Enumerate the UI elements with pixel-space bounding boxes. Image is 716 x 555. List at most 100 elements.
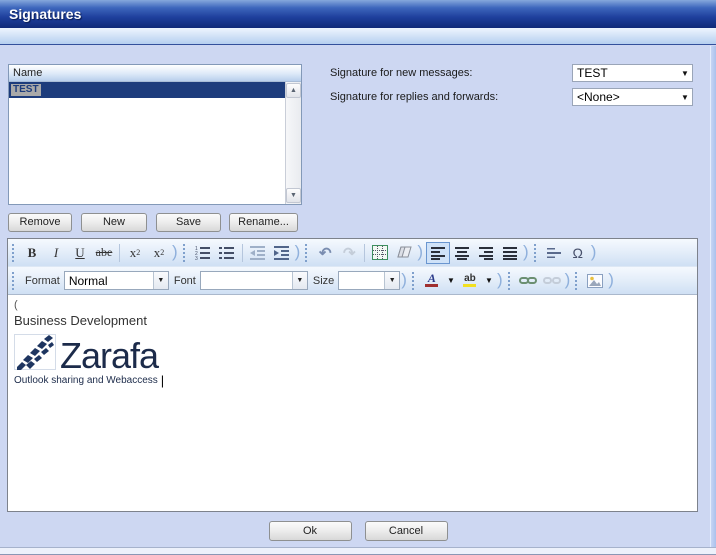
align-justify-button[interactable] [498, 242, 522, 264]
toolbar-group-cap: ) [295, 242, 301, 262]
toolbar-group-handle[interactable] [12, 272, 17, 290]
subscript-button[interactable]: x2 [123, 242, 147, 264]
cancel-button[interactable]: Cancel [365, 521, 448, 541]
page-title: Signatures [9, 6, 81, 22]
underline-button[interactable]: U [68, 242, 92, 264]
replies-forwards-select[interactable]: <None> ▼ [572, 88, 693, 106]
signature-list: Name TEST ▲ ▼ [8, 64, 302, 205]
font-label: Font [174, 275, 196, 287]
toolbar-group-handle[interactable] [183, 244, 188, 262]
insert-table-icon[interactable] [368, 242, 392, 264]
toolbar-group-cap: ) [401, 270, 407, 290]
new-messages-select[interactable]: TEST ▼ [572, 64, 693, 82]
highlight-color-button[interactable]: ab [458, 270, 482, 292]
font-color-button[interactable]: A [420, 270, 444, 292]
title-bar: Signatures [0, 0, 716, 28]
insert-image-icon[interactable] [583, 270, 607, 292]
format-select[interactable]: Normal ▼ [64, 271, 169, 290]
title-subband [0, 28, 716, 45]
toolbar-group-cap: ) [172, 242, 178, 262]
numbered-list-icon[interactable]: 123 [191, 242, 215, 264]
chevron-down-icon[interactable]: ▼ [482, 276, 496, 285]
toolbar-group-handle[interactable] [12, 244, 17, 262]
toolbar-group-handle[interactable] [305, 244, 310, 262]
window-bottom-edge [0, 547, 716, 555]
signature-content-area[interactable]: ( Business Development [8, 295, 697, 511]
zarafa-logo-wordmark: Zarafa [60, 339, 158, 373]
list-item[interactable]: TEST [9, 82, 285, 98]
chevron-down-icon[interactable]: ▼ [678, 93, 692, 102]
zarafa-logo: Zarafa [14, 334, 691, 373]
signatures-dialog: Signatures Name TEST ▲ ▼ Remove New Save… [0, 0, 716, 555]
remove-button[interactable]: Remove [8, 213, 72, 232]
replies-forwards-label: Signature for replies and forwards: [330, 91, 498, 103]
superscript-button[interactable]: x2 [147, 242, 171, 264]
toolbar-group-handle[interactable] [412, 272, 417, 290]
bullet-list-icon[interactable] [215, 242, 239, 264]
chevron-down-icon[interactable]: ▼ [153, 272, 168, 289]
eraser-icon[interactable] [392, 242, 416, 264]
save-button[interactable]: Save [156, 213, 221, 232]
editor-toolbar-row2: Format Normal ▼ Font ▼ Size ▼ ) A ▼ [8, 267, 697, 295]
font-color-glyph: A [428, 274, 436, 283]
window-right-edge [710, 46, 716, 548]
toolbar-group-cap: ) [497, 270, 503, 290]
scroll-down-icon[interactable]: ▼ [286, 188, 301, 203]
highlight-color-glyph: ab [464, 274, 476, 283]
undo-button[interactable]: ↶ [313, 242, 337, 264]
toolbar-group-handle[interactable] [575, 272, 580, 290]
signature-text-line2: Business Development [14, 313, 691, 331]
ok-button[interactable]: Ok [269, 521, 352, 541]
svg-text:3: 3 [195, 256, 198, 261]
toolbar-group-cap: ) [417, 242, 423, 262]
toolbar-group-cap: ) [591, 242, 597, 262]
zarafa-logo-tagline: Outlook sharing and Webaccess [14, 375, 158, 386]
new-button[interactable]: New [81, 213, 147, 232]
size-label: Size [313, 275, 334, 287]
chevron-down-icon[interactable]: ▼ [384, 272, 399, 289]
format-value: Normal [65, 274, 153, 288]
outdent-icon[interactable] [246, 242, 270, 264]
subscript-mark: 2 [136, 248, 140, 257]
list-header-name[interactable]: Name [9, 65, 301, 82]
font-select[interactable]: ▼ [200, 271, 308, 290]
zarafa-logo-icon [14, 334, 56, 373]
replies-forwards-value: <None> [577, 90, 678, 104]
align-right-button[interactable] [474, 242, 498, 264]
chevron-down-icon[interactable]: ▼ [678, 69, 692, 78]
new-messages-label: Signature for new messages: [330, 67, 472, 79]
editor-toolbar-row1: B I U abe x2 x2 ) 123 ) ↶ [8, 239, 697, 267]
horizontal-rule-icon[interactable] [542, 242, 566, 264]
font-color-swatch [425, 284, 438, 287]
signature-editor: B I U abe x2 x2 ) 123 ) ↶ [7, 238, 698, 512]
redo-button: ↷ [337, 242, 361, 264]
highlight-color-swatch [463, 284, 476, 287]
remove-link-icon [540, 270, 564, 292]
insert-link-icon[interactable] [516, 270, 540, 292]
size-select[interactable]: ▼ [338, 271, 400, 290]
chevron-down-icon[interactable]: ▼ [444, 276, 458, 285]
rename-button[interactable]: Rename... [229, 213, 298, 232]
bold-button[interactable]: B [20, 242, 44, 264]
format-label: Format [25, 275, 60, 287]
text-cursor: | [161, 373, 164, 388]
strikethrough-button[interactable]: abe [92, 242, 116, 264]
superscript-mark: 2 [160, 248, 164, 257]
toolbar-group-cap: ) [565, 270, 571, 290]
indent-icon[interactable] [270, 242, 294, 264]
italic-button[interactable]: I [44, 242, 68, 264]
list-item-label: TEST [11, 84, 41, 96]
signature-text-line1: ( [14, 299, 691, 313]
toolbar-group-handle[interactable] [508, 272, 513, 290]
align-center-button[interactable] [450, 242, 474, 264]
chevron-down-icon[interactable]: ▼ [292, 272, 307, 289]
toolbar-group-handle[interactable] [534, 244, 539, 262]
special-char-button[interactable]: Ω [566, 242, 590, 264]
align-left-button[interactable] [426, 242, 450, 264]
list-scrollbar[interactable]: ▲ ▼ [285, 82, 301, 204]
toolbar-separator [364, 244, 365, 262]
list-body: TEST ▲ ▼ [9, 82, 301, 204]
scroll-up-icon[interactable]: ▲ [286, 83, 301, 98]
dialog-footer: Ok Cancel [0, 521, 716, 541]
toolbar-separator [242, 244, 243, 262]
